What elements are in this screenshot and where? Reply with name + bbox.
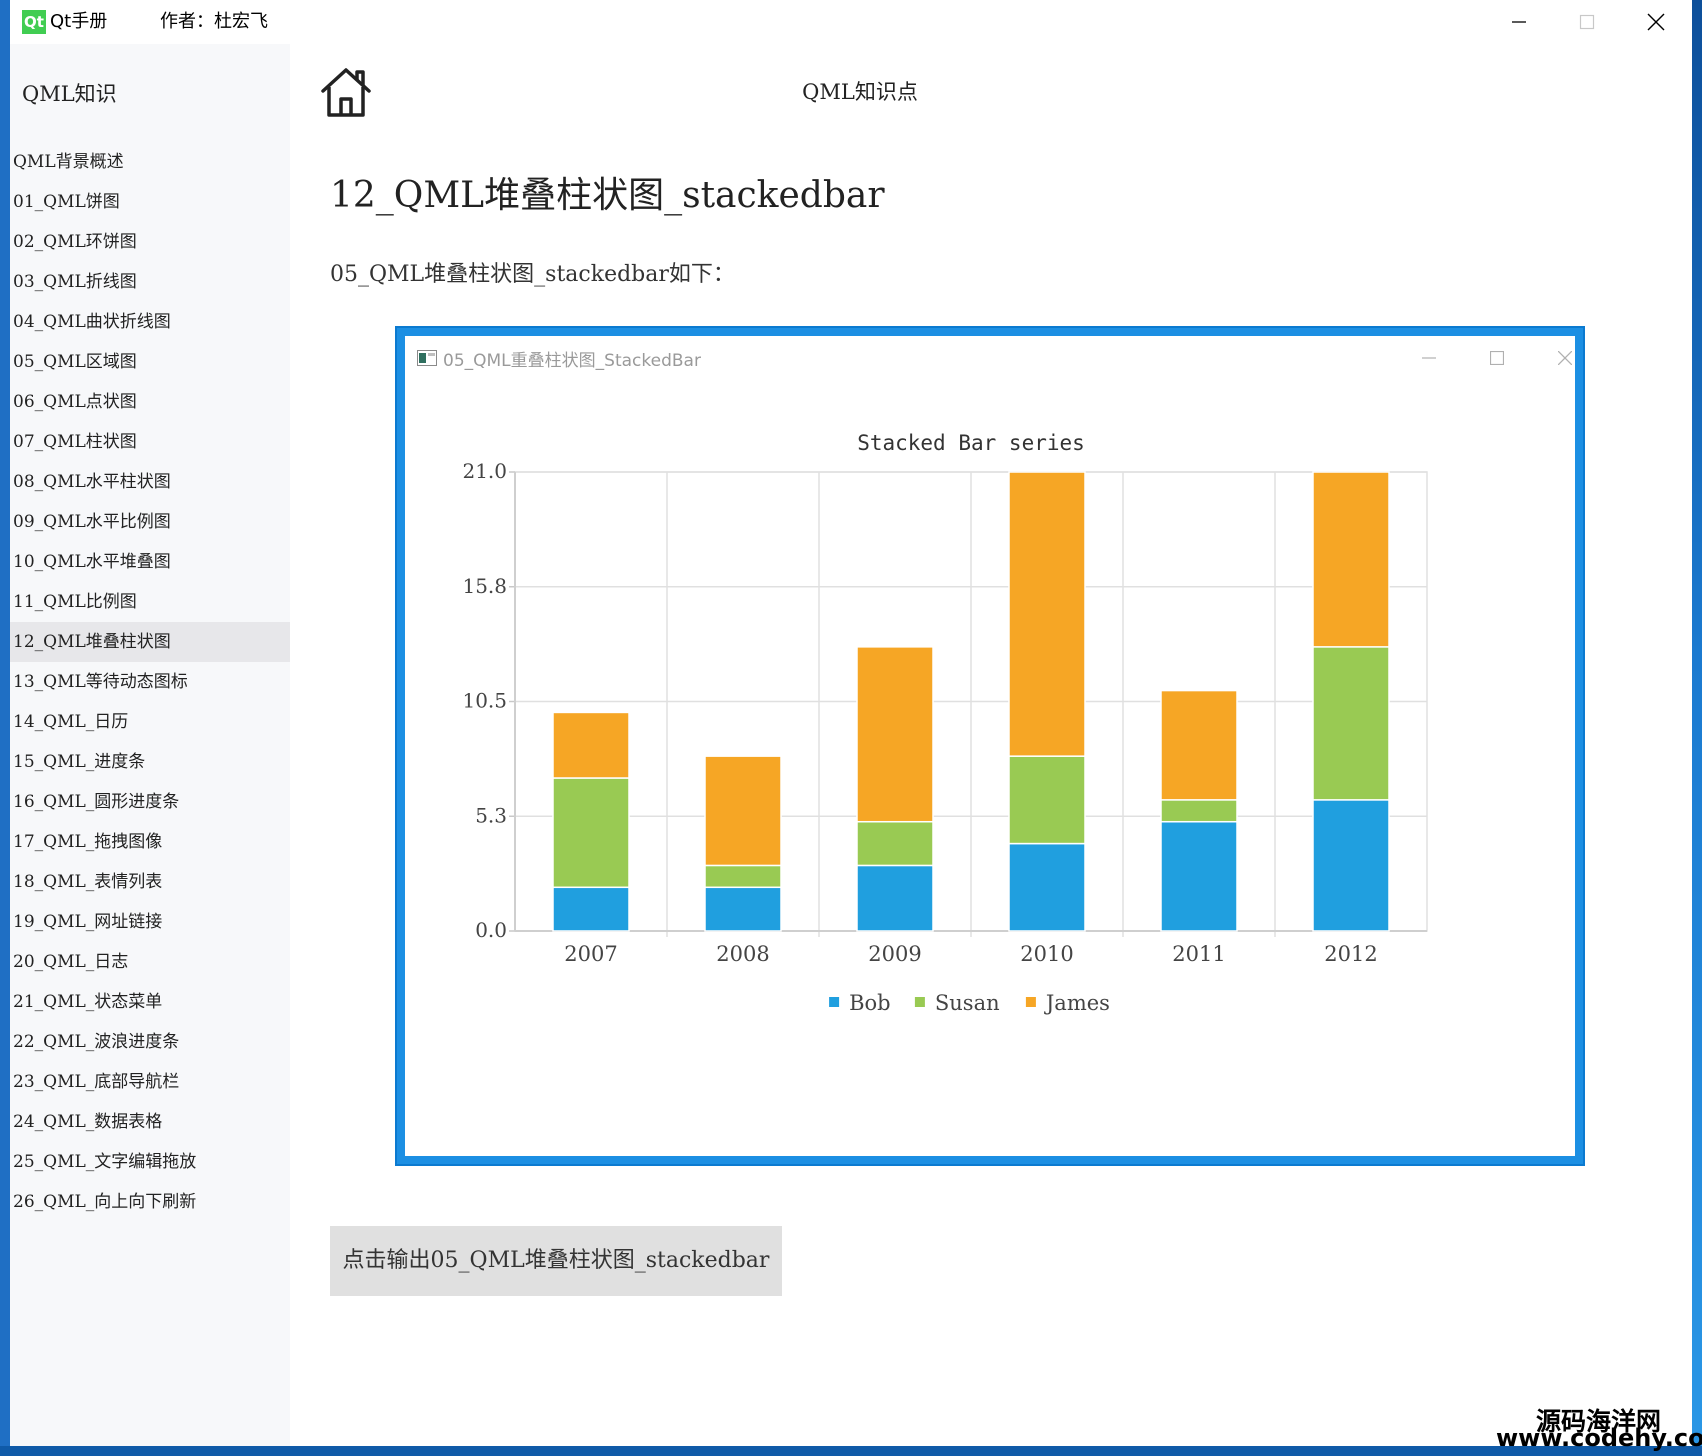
- content-title: 12_QML堆叠柱状图_stackedbar: [330, 175, 885, 216]
- x-tick-label: 2008: [716, 942, 769, 966]
- x-tick-label: 2007: [564, 942, 617, 966]
- sidebar-item[interactable]: 23_QML_底部导航栏: [10, 1062, 290, 1102]
- bar-segment: [1312, 799, 1390, 932]
- legend-label: Susan: [935, 991, 1000, 1015]
- bar-segment: [552, 886, 630, 932]
- page-header: QML知识点: [802, 80, 918, 104]
- embedded-chart-window: 05_QML重叠柱状图_StackedBar 0.0 5.3 10.5 15.8 21.…: [405, 336, 1575, 1156]
- sidebar-item[interactable]: 07_QML柱状图: [10, 422, 290, 462]
- sidebar-item[interactable]: 10_QML水平堆叠图: [10, 542, 290, 582]
- sidebar-item[interactable]: 26_QML_向上向下刷新: [10, 1182, 290, 1222]
- sidebar-item[interactable]: 18_QML_表情列表: [10, 862, 290, 902]
- sidebar: QML知识 QML背景概述 01_QML饼图 02_QML环饼图 03_QML折线图 0…: [10, 44, 290, 1446]
- y-tick-label: 5.3: [475, 803, 507, 827]
- content-description: 05_QML堆叠柱状图_stackedbar如下：: [330, 262, 735, 287]
- sidebar-item[interactable]: 11_QML比例图: [10, 582, 290, 622]
- sidebar-item[interactable]: 20_QML_日志: [10, 942, 290, 982]
- bar-segment: [552, 777, 630, 889]
- x-tick-label: 2010: [1020, 942, 1073, 966]
- bar-segment: [704, 864, 782, 889]
- sidebar-item[interactable]: 16_QML_圆形进度条: [10, 782, 290, 822]
- sidebar-list: QML背景概述 01_QML饼图 02_QML环饼图 03_QML折线图 04_QML曲…: [10, 142, 290, 1222]
- bar-segment: [1160, 820, 1238, 932]
- x-tick-label: 2009: [868, 942, 921, 966]
- sidebar-item[interactable]: 22_QML_波浪进度条: [10, 1022, 290, 1062]
- bar-segment: [1160, 799, 1238, 823]
- bar-segment: [1312, 471, 1390, 648]
- sidebar-item[interactable]: 02_QML环饼图: [10, 222, 290, 262]
- close-icon: [1647, 13, 1665, 31]
- taskbar-edge: [0, 1446, 1702, 1456]
- sidebar-item[interactable]: 12_QML堆叠柱状图: [10, 622, 290, 662]
- y-tick-label: 0.0: [475, 918, 507, 942]
- sidebar-item[interactable]: 04_QML曲状折线图: [10, 302, 290, 342]
- sidebar-item[interactable]: 08_QML水平柱状图: [10, 462, 290, 502]
- sidebar-item[interactable]: 19_QML_网址链接: [10, 902, 290, 942]
- legend-label: Bob: [849, 991, 891, 1015]
- desktop-background: [1692, 0, 1702, 1456]
- sidebar-item[interactable]: 15_QML_进度条: [10, 742, 290, 782]
- chart-title: Stacked Bar series: [857, 431, 1085, 455]
- sidebar-item[interactable]: 01_QML饼图: [10, 182, 290, 222]
- sidebar-item[interactable]: 06_QML点状图: [10, 382, 290, 422]
- sidebar-item[interactable]: 17_QML_拖拽图像: [10, 822, 290, 862]
- y-tick-label: 15.8: [462, 574, 507, 598]
- watermark-url: www.codehy.com: [1496, 1424, 1702, 1452]
- bar-segment: [552, 711, 630, 779]
- stacked-bar-chart: 0.0 5.3 10.5 15.8 21.0 2007 2008 2009 2010 2011 20…: [462, 431, 1428, 1015]
- bar-segment: [1008, 755, 1086, 845]
- bar-segment: [856, 864, 934, 932]
- close-button[interactable]: [1622, 0, 1690, 44]
- x-tick-label: 2012: [1324, 942, 1377, 966]
- legend-label: James: [1044, 991, 1110, 1015]
- sidebar-item[interactable]: 25_QML_文字编辑拖放: [10, 1142, 290, 1182]
- legend-swatch: [914, 997, 925, 1007]
- sidebar-item[interactable]: 05_QML区域图: [10, 342, 290, 382]
- title-bar: Qt Qt手册 作者：杜宏飞: [10, 0, 1692, 44]
- bar-segment: [856, 646, 934, 823]
- maximize-button[interactable]: [1553, 0, 1621, 44]
- minimize-button[interactable]: [1485, 0, 1553, 44]
- legend-swatch: [829, 997, 840, 1007]
- bar-segment: [704, 886, 782, 932]
- bar-segment: [1312, 646, 1390, 801]
- home-icon[interactable]: [320, 66, 372, 118]
- sidebar-item[interactable]: 14_QML_日历: [10, 702, 290, 742]
- output-button[interactable]: 点击输出05_QML堆叠柱状图_stackedbar: [330, 1226, 782, 1296]
- bar-segment: [704, 755, 782, 867]
- sidebar-item[interactable]: 03_QML折线图: [10, 262, 290, 302]
- main-window: Qt Qt手册 作者：杜宏飞 QML知识 QML背景概述 01_QML饼图 02_Q…: [10, 0, 1692, 1446]
- bar-segment: [856, 820, 934, 867]
- embedded-screenshot-frame: 05_QML重叠柱状图_StackedBar 0.0 5.3 10.5 15.8 21.…: [395, 326, 1585, 1166]
- sidebar-header: QML知识: [22, 82, 117, 106]
- sidebar-item[interactable]: 21_QML_状态菜单: [10, 982, 290, 1022]
- bar-segment: [1160, 689, 1238, 801]
- minimize-icon: [1512, 21, 1526, 23]
- sidebar-item[interactable]: 24_QML_数据表格: [10, 1102, 290, 1142]
- sidebar-item[interactable]: QML背景概述: [10, 142, 290, 182]
- x-tick-label: 2011: [1172, 942, 1225, 966]
- qt-logo-icon: Qt: [22, 10, 46, 34]
- y-tick-label: 21.0: [462, 459, 507, 483]
- legend-swatch: [1025, 997, 1036, 1007]
- author-label: 作者：杜宏飞: [160, 11, 268, 32]
- bar-segment: [1008, 471, 1086, 757]
- app-title: Qt手册: [50, 11, 108, 32]
- sidebar-item[interactable]: 13_QML等待动态图标: [10, 662, 290, 702]
- sidebar-item[interactable]: 09_QML水平比例图: [10, 502, 290, 542]
- bar-segment: [1008, 842, 1086, 932]
- y-tick-label: 10.5: [462, 689, 507, 713]
- maximize-icon: [1579, 14, 1595, 30]
